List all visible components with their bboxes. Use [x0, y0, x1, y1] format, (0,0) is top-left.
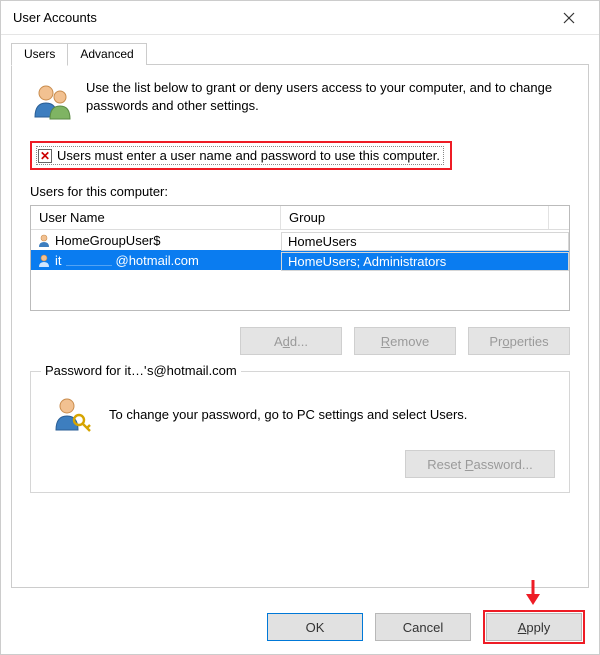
titlebar: User Accounts [1, 1, 599, 35]
column-username[interactable]: User Name [31, 206, 281, 229]
user-icon [37, 233, 51, 247]
key-user-icon [49, 392, 93, 436]
password-group-body: To change your password, go to PC settin… [49, 392, 555, 436]
apply-highlight: Apply [483, 610, 585, 644]
user-icon [37, 253, 51, 267]
client-area: Users Advanced Use the list below to gra… [1, 35, 599, 598]
cancel-button[interactable]: Cancel [375, 613, 471, 641]
reset-password-button[interactable]: Reset Password... [405, 450, 555, 478]
close-button[interactable] [547, 3, 591, 33]
table-row[interactable]: it @hotmail.com HomeUsers; Administrators [31, 250, 569, 270]
checkbox-x-icon: ✕ [40, 150, 50, 162]
row0-username: HomeGroupUser$ [55, 233, 161, 248]
row1-group: HomeUsers; Administrators [288, 254, 446, 269]
row1-username-suffix: @hotmail.com [116, 253, 199, 268]
table-row[interactable]: HomeGroupUser$ HomeUsers [31, 230, 569, 250]
require-login-checkbox[interactable]: ✕ [38, 149, 52, 163]
password-group-title: Password for it…'s@hotmail.com [41, 363, 241, 378]
users-icon [30, 79, 74, 123]
tab-users[interactable]: Users [11, 43, 68, 66]
properties-button[interactable]: Properties [468, 327, 570, 355]
tab-advanced[interactable]: Advanced [67, 43, 146, 65]
window-title: User Accounts [13, 10, 547, 25]
column-spacer [549, 206, 569, 229]
password-group-text: To change your password, go to PC settin… [109, 407, 467, 422]
require-login-highlight: ✕ Users must enter a user name and passw… [30, 141, 452, 170]
listview-header: User Name Group [31, 206, 569, 230]
user-accounts-window: User Accounts Users Advanced [0, 0, 600, 655]
row1-username-prefix: it [55, 253, 62, 268]
dialog-buttons: OK Cancel Apply [1, 598, 599, 654]
users-list-caption: Users for this computer: [30, 184, 570, 199]
intro-text: Use the list below to grant or deny user… [86, 79, 570, 114]
list-buttons: Add... Remove Properties [30, 327, 570, 355]
users-listview[interactable]: User Name Group HomeGroupUser$ HomeUsers [30, 205, 570, 311]
close-icon [563, 12, 575, 24]
password-groupbox: Password for it…'s@hotmail.com To change… [30, 371, 570, 493]
require-login-checkbox-focus: ✕ Users must enter a user name and passw… [36, 146, 444, 165]
require-login-label: Users must enter a user name and passwor… [57, 148, 440, 163]
redacted-segment [66, 256, 112, 266]
ok-button[interactable]: OK [267, 613, 363, 641]
remove-button[interactable]: Remove [354, 327, 456, 355]
add-button[interactable]: Add... [240, 327, 342, 355]
apply-button[interactable]: Apply [486, 613, 582, 641]
tab-strip: Users Advanced [11, 41, 589, 65]
row0-group: HomeUsers [288, 234, 357, 249]
column-group[interactable]: Group [281, 206, 549, 229]
tab-panel-users: Use the list below to grant or deny user… [11, 64, 589, 588]
intro-row: Use the list below to grant or deny user… [30, 79, 570, 123]
